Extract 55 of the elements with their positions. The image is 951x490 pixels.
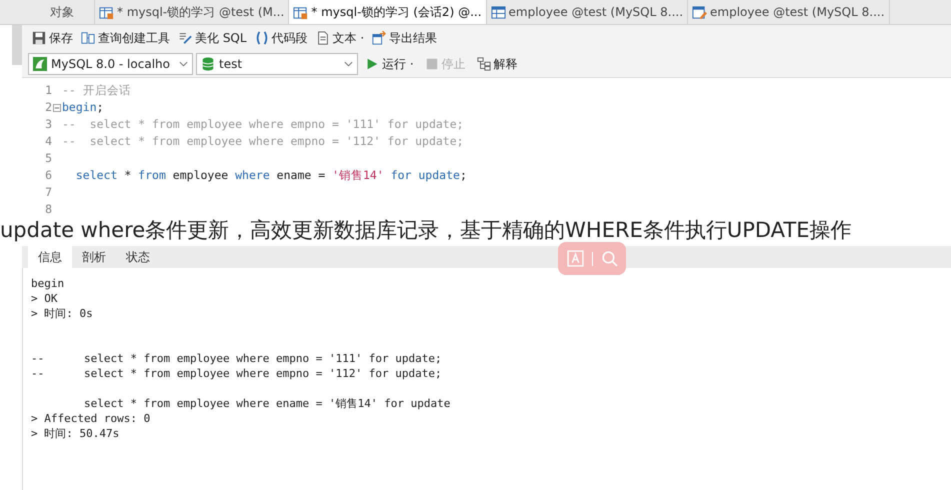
line-number: 2: [44, 99, 52, 116]
output-line: > 时间: 0s: [31, 306, 94, 321]
document-icon: [316, 31, 330, 45]
wand-icon: [178, 31, 192, 45]
line-number: 7: [44, 184, 52, 201]
code-line: -- 开启会话: [62, 82, 131, 99]
line-number: 1: [44, 82, 52, 99]
line-number: 5: [44, 150, 52, 167]
output-line: -- select * from employee where empno = '111' for update;: [31, 351, 443, 366]
grid-icon: [293, 4, 308, 20]
output-line: -- select * from employee where empno = '112' for update;: [31, 366, 443, 381]
diagram-icon: [476, 57, 491, 71]
table-icon: [490, 4, 506, 20]
code-line: select * from employee where ename = '销售14' for update;: [74, 167, 467, 184]
database-dropdown[interactable]: test: [196, 53, 358, 75]
toolbar-button[interactable]: 运行 ·: [361, 54, 418, 74]
query-builder-icon: [81, 31, 95, 45]
search-icon[interactable]: [600, 250, 618, 267]
code-line: begin;: [62, 99, 104, 116]
toolbar-button[interactable]: 文本 ·: [312, 28, 368, 48]
grid-icon: [99, 4, 114, 20]
line-number: 6: [44, 167, 52, 184]
toolbar-button[interactable]: 导出结果: [368, 28, 442, 48]
translate-icon[interactable]: [566, 250, 584, 267]
toolbar-button[interactable]: 解释: [472, 54, 522, 74]
output-line: > Affected rows: 0: [31, 411, 152, 426]
table-pencil-icon: [692, 4, 708, 20]
editor-tab[interactable]: employee @test (MySQL 8....: [486, 0, 688, 24]
play-icon: [365, 57, 379, 71]
output-line: select * from employee where ename = '销售14' for update: [82, 396, 452, 411]
parentheses-icon: [254, 31, 269, 45]
toolbar-button[interactable]: 代码段: [250, 28, 312, 48]
code-line: -- select * from employee where empno = '111' for update;: [62, 116, 464, 133]
code-line: -- select * from employee where empno = '112' for update;: [62, 133, 464, 150]
line-number: 4: [44, 133, 52, 150]
line-number: 3: [44, 116, 52, 133]
connection-dropdown[interactable]: MySQL 8.0 - localho: [28, 53, 193, 75]
output-line: > 时间: 50.47s: [31, 426, 120, 441]
result-tab[interactable]: 剖析: [72, 246, 116, 268]
stop-icon: [424, 57, 439, 71]
result-tab[interactable]: 状态: [116, 246, 160, 268]
toolbar-button[interactable]: 保存: [28, 28, 77, 48]
editor-tab[interactable]: 对象: [30, 0, 95, 24]
editor-tab[interactable]: employee @test (MySQL 8....: [688, 0, 890, 24]
output-line: begin: [31, 276, 66, 291]
toolbar-button[interactable]: 美化 SQL: [174, 28, 251, 48]
caret-icon: [179, 61, 188, 67]
caret-icon: [344, 61, 353, 67]
database-icon: [201, 57, 215, 71]
editor-tab[interactable]: * mysql-锁的学习 (会话2) @...: [289, 0, 487, 24]
export-icon: [372, 31, 386, 45]
result-tab[interactable]: 信息: [28, 246, 72, 268]
toolbar-button[interactable]: 查询创建工具: [77, 28, 174, 48]
output-line: > OK: [31, 291, 58, 306]
collapse-icon[interactable]: [53, 104, 61, 112]
